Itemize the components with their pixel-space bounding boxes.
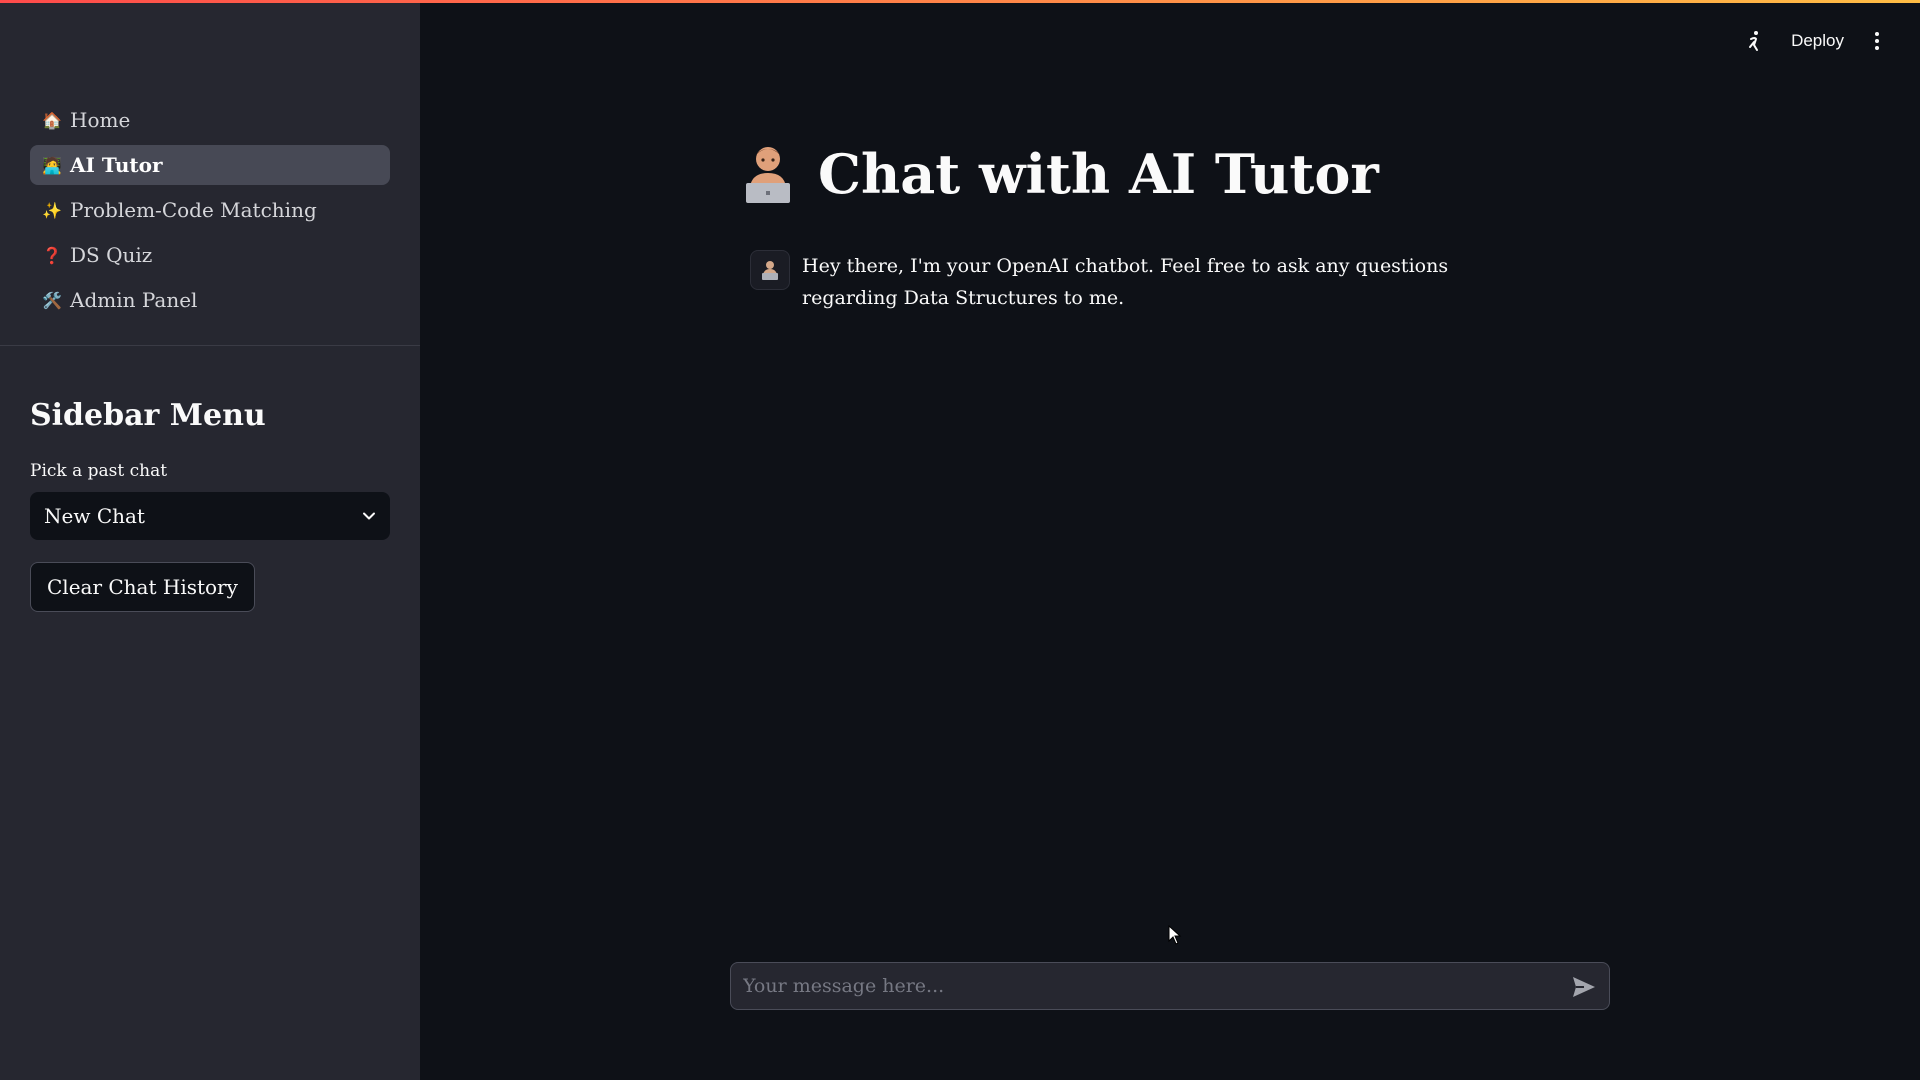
chat-input[interactable] xyxy=(731,963,1575,1009)
sidebar-item-label: Home xyxy=(70,108,131,132)
deploy-button[interactable]: Deploy xyxy=(1791,31,1844,51)
sidebar-item-label: Admin Panel xyxy=(70,288,198,312)
past-chat-select[interactable]: New Chat xyxy=(30,492,390,540)
sidebar-nav: 🏠 Home 🧑‍💻 AI Tutor ✨ Problem-Code Match… xyxy=(30,100,390,325)
sparkles-icon: ✨ xyxy=(42,200,62,220)
technologist-icon: 🧑‍💻 xyxy=(42,155,62,175)
page-title-text: Chat with AI Tutor xyxy=(818,142,1379,206)
technologist-icon xyxy=(746,147,790,203)
sidebar-item-label: AI Tutor xyxy=(70,153,163,177)
technologist-icon xyxy=(762,261,778,280)
sidebar-divider xyxy=(0,345,420,346)
sidebar-item-admin-panel[interactable]: 🛠️ Admin Panel xyxy=(30,280,390,320)
running-man-icon[interactable] xyxy=(1747,30,1761,52)
mouse-cursor-icon xyxy=(1168,925,1182,945)
more-menu-icon[interactable] xyxy=(1874,31,1880,51)
assistant-avatar xyxy=(750,250,790,290)
sidebar-item-home[interactable]: 🏠 Home xyxy=(30,100,390,140)
past-chat-select-label: Pick a past chat xyxy=(30,461,168,481)
chat-message: Hey there, I'm your OpenAI chatbot. Feel… xyxy=(750,250,1540,314)
sidebar-item-label: DS Quiz xyxy=(70,243,153,267)
question-icon: ❓ xyxy=(42,245,62,265)
header-toolbar: Deploy xyxy=(1747,30,1880,52)
sidebar-item-label: Problem-Code Matching xyxy=(70,198,317,222)
chat-input-container xyxy=(730,962,1610,1010)
tools-icon: 🛠️ xyxy=(42,290,62,310)
sidebar-title: Sidebar Menu xyxy=(30,398,266,433)
clear-chat-history-button[interactable]: Clear Chat History xyxy=(30,562,255,612)
sidebar: 🏠 Home 🧑‍💻 AI Tutor ✨ Problem-Code Match… xyxy=(0,0,420,1080)
house-icon: 🏠 xyxy=(42,110,62,130)
sidebar-item-ai-tutor[interactable]: 🧑‍💻 AI Tutor xyxy=(30,145,390,185)
past-chat-select-value: New Chat xyxy=(44,504,145,528)
sidebar-item-problem-code-matching[interactable]: ✨ Problem-Code Matching xyxy=(30,190,390,230)
sidebar-item-ds-quiz[interactable]: ❓ DS Quiz xyxy=(30,235,390,275)
top-decoration-bar xyxy=(0,0,1920,3)
chevron-down-icon xyxy=(363,512,375,520)
chat-message-text: Hey there, I'm your OpenAI chatbot. Feel… xyxy=(802,255,1449,309)
page-title: Chat with AI Tutor xyxy=(740,142,1379,206)
send-icon[interactable] xyxy=(1571,974,1597,1000)
